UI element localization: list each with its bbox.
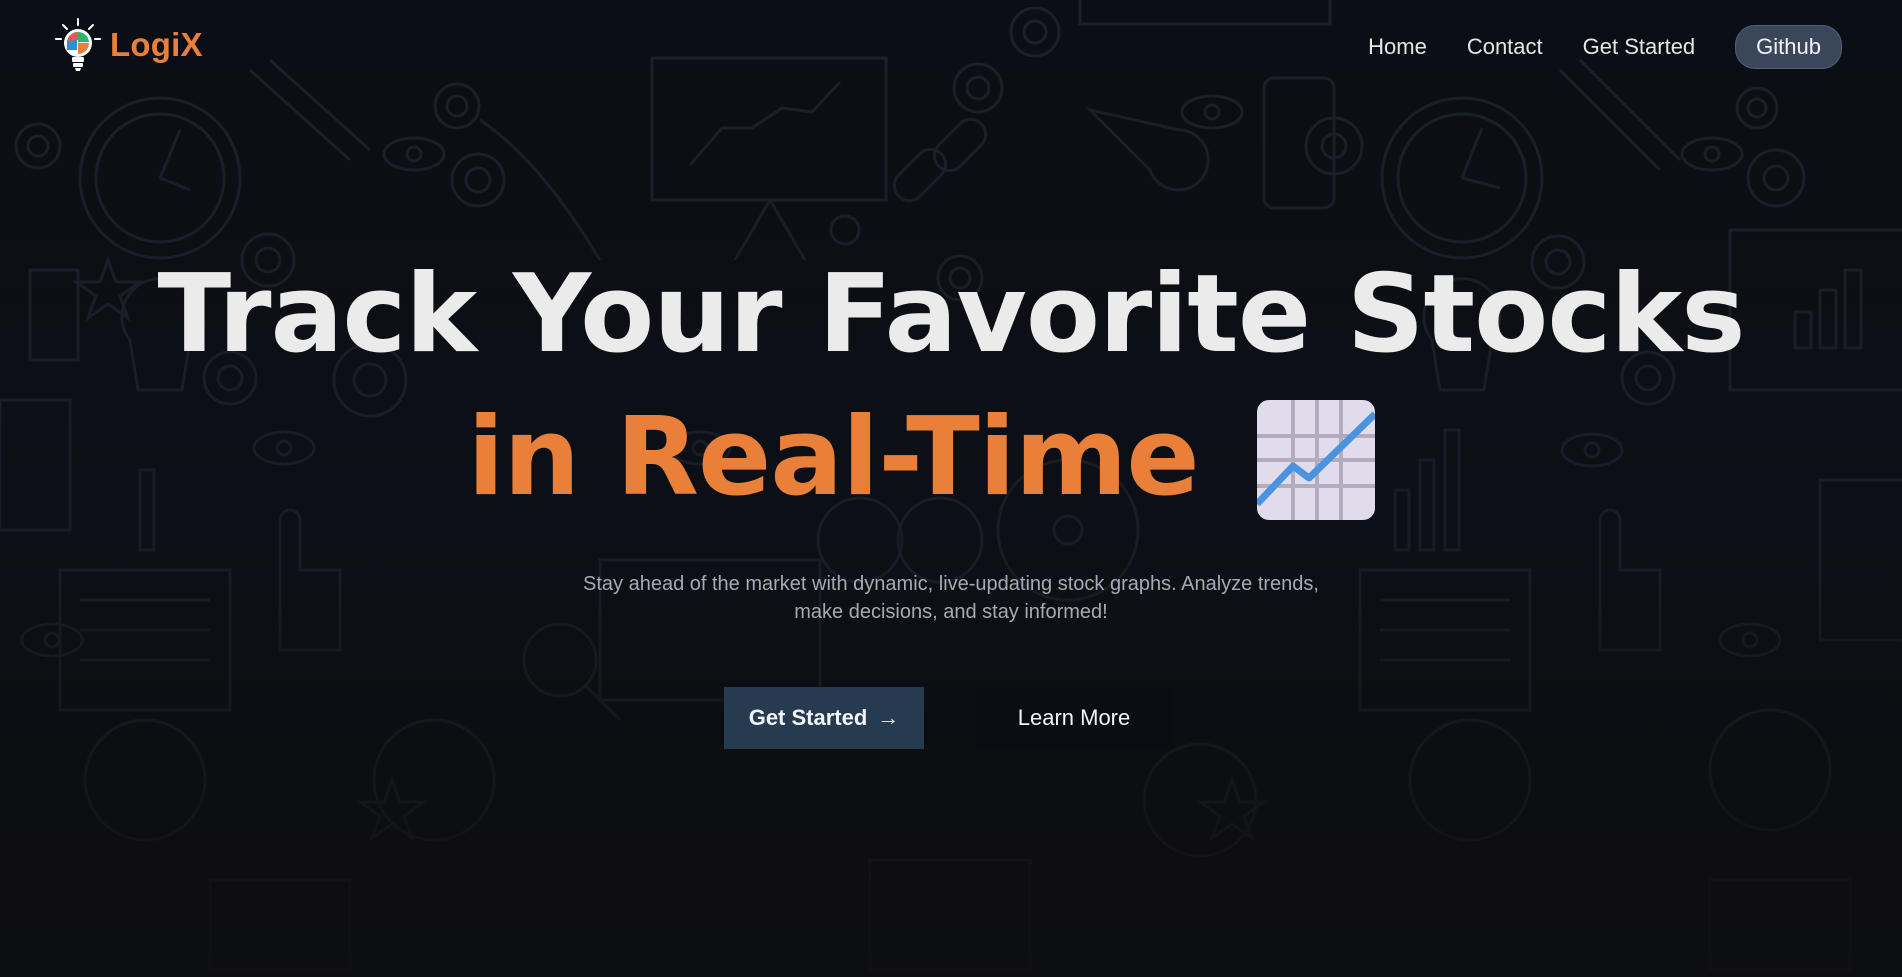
learn-more-button[interactable]: Learn More bbox=[975, 687, 1173, 749]
nav-get-started-link[interactable]: Get Started bbox=[1583, 34, 1696, 60]
hero-title-line-1: Track Your Favorite Stocks bbox=[157, 252, 1745, 377]
landing-page: LogiX Home Contact Get Started Github Tr… bbox=[0, 0, 1902, 977]
get-started-label: Get Started bbox=[748, 705, 868, 730]
github-button[interactable]: Github bbox=[1735, 25, 1842, 69]
chart-increasing-icon bbox=[1256, 399, 1375, 520]
hero-title-line-2: in Real-Time bbox=[0, 395, 1902, 520]
top-navigation: Home Contact Get Started Github bbox=[1328, 25, 1842, 69]
hero-title-highlight: in Real-Time bbox=[467, 395, 1199, 520]
hero-subtitle: Stay ahead of the market with dynamic, l… bbox=[583, 573, 1319, 623]
get-started-button[interactable]: Get Started → bbox=[724, 687, 924, 749]
nav-contact-link[interactable]: Contact bbox=[1467, 34, 1543, 60]
lightbulb-puzzle-icon bbox=[55, 18, 101, 71]
nav-home-link[interactable]: Home bbox=[1368, 34, 1427, 60]
arrow-right-icon: → bbox=[877, 705, 900, 730]
brand-name: LogiX bbox=[110, 26, 203, 63]
brand-logo[interactable]: LogiX bbox=[54, 18, 203, 72]
